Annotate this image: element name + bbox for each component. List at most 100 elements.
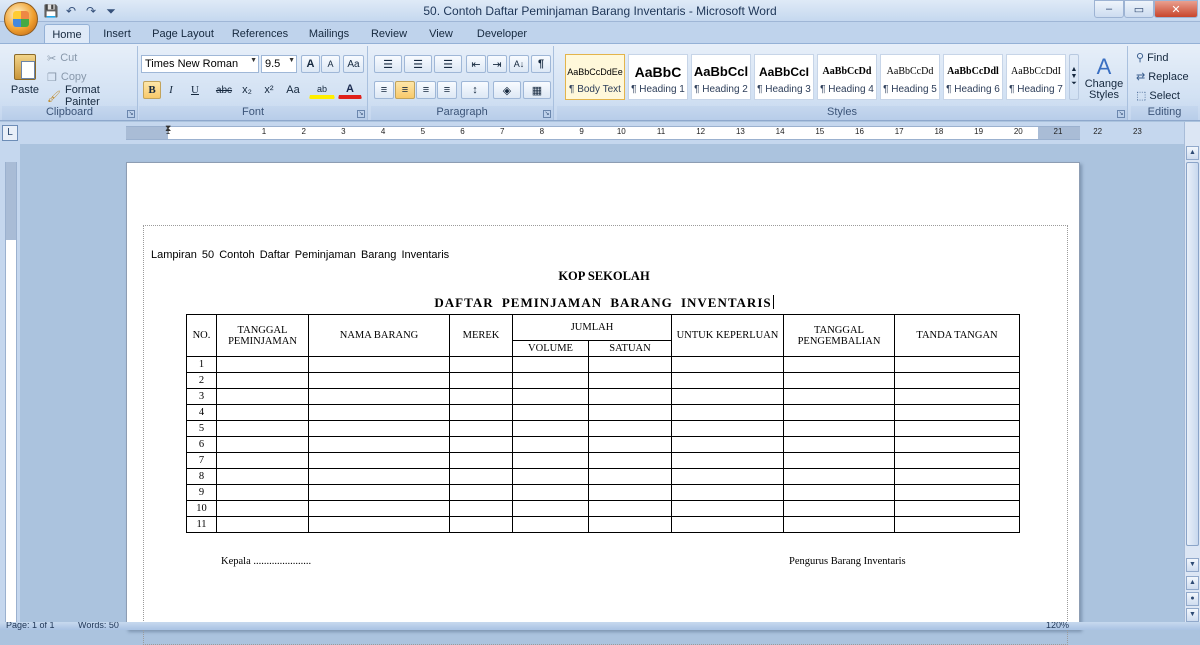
more-styles-icon[interactable]: ⏷	[1071, 80, 1077, 88]
shrink-font-button[interactable]: A	[321, 55, 340, 73]
table-cell[interactable]	[671, 484, 784, 501]
table-cell[interactable]	[308, 388, 450, 405]
style-heading-4[interactable]: AaBbCcDd ¶ Heading 4	[817, 54, 877, 100]
borders-button[interactable]: ▦	[523, 81, 551, 99]
table-cell[interactable]	[512, 436, 589, 453]
table-cell[interactable]	[783, 484, 895, 501]
table-cell[interactable]	[894, 404, 1020, 421]
vertical-ruler-bar[interactable]	[5, 162, 17, 630]
table-row[interactable]: 10	[186, 500, 1020, 517]
table-cell[interactable]	[449, 500, 513, 517]
dropdown-arrow-icon[interactable]: ▼	[288, 57, 295, 64]
vertical-scrollbar[interactable]: ▲ ▼ ▲ ● ▼	[1184, 122, 1200, 622]
bullets-button[interactable]: ☰	[374, 55, 402, 73]
table-cell[interactable]	[671, 404, 784, 421]
table-cell[interactable]	[783, 436, 895, 453]
table-row[interactable]: 11	[186, 516, 1020, 533]
style-body-text[interactable]: AaBbCcDdEe ¶ Body Text	[565, 54, 625, 100]
style-heading-5[interactable]: AaBbCcDd ¶ Heading 5	[880, 54, 940, 100]
increase-indent-button[interactable]: ⇥	[487, 55, 507, 73]
table-cell[interactable]	[588, 452, 672, 469]
row-number[interactable]: 11	[186, 516, 217, 533]
table-cell[interactable]	[894, 356, 1020, 373]
table-cell[interactable]	[588, 484, 672, 501]
row-number[interactable]: 6	[186, 436, 217, 453]
style-heading-3[interactable]: AaBbCcI ¶ Heading 3	[754, 54, 814, 100]
table-cell[interactable]	[449, 436, 513, 453]
row-number[interactable]: 10	[186, 500, 217, 517]
row-number[interactable]: 7	[186, 452, 217, 469]
clipboard-dialog-launcher[interactable]: ↘	[127, 110, 135, 118]
table-cell[interactable]	[894, 452, 1020, 469]
format-painter-button[interactable]: 🖌 Format Painter	[46, 84, 137, 108]
table-cell[interactable]	[512, 500, 589, 517]
sort-button[interactable]: A↓	[509, 55, 529, 73]
table-cell[interactable]	[671, 436, 784, 453]
table-cell[interactable]	[308, 516, 450, 533]
table-row[interactable]: 3	[186, 388, 1020, 405]
table-cell[interactable]	[308, 500, 450, 517]
table-row[interactable]: 7	[186, 452, 1020, 469]
table-cell[interactable]	[216, 436, 309, 453]
table-cell[interactable]	[783, 468, 895, 485]
italic-button[interactable]: I	[162, 81, 180, 99]
table-cell[interactable]	[308, 404, 450, 421]
table-cell[interactable]	[671, 372, 784, 389]
table-cell[interactable]	[308, 436, 450, 453]
page-count[interactable]: Page: 1 of 1	[6, 622, 55, 630]
table-cell[interactable]	[449, 420, 513, 437]
table-cell[interactable]	[512, 404, 589, 421]
grow-font-button[interactable]: A	[301, 55, 320, 73]
table-cell[interactable]	[671, 452, 784, 469]
underline-button[interactable]: U	[182, 81, 208, 99]
table-cell[interactable]	[894, 516, 1020, 533]
table-cell[interactable]	[308, 420, 450, 437]
table-cell[interactable]	[588, 468, 672, 485]
select-button[interactable]: ⬚ Select	[1135, 87, 1181, 104]
shading-button[interactable]: ◈	[493, 81, 521, 99]
tab-review[interactable]: Review	[366, 24, 412, 44]
table-cell[interactable]	[449, 372, 513, 389]
table-cell[interactable]	[894, 500, 1020, 517]
row-number[interactable]: 3	[186, 388, 217, 405]
row-number[interactable]: 4	[186, 404, 217, 421]
next-page-button[interactable]: ▼	[1186, 608, 1199, 622]
document-page[interactable]: Lampiran 50 Contoh Daftar Peminjaman Bar…	[126, 162, 1080, 645]
scroll-down-button[interactable]: ▼	[1186, 558, 1199, 572]
cut-button[interactable]: ✂ Cut	[46, 50, 78, 66]
table-cell[interactable]	[783, 404, 895, 421]
close-button[interactable]: ✕	[1154, 0, 1198, 18]
table-cell[interactable]	[308, 484, 450, 501]
table-cell[interactable]	[671, 388, 784, 405]
style-heading-7[interactable]: AaBbCcDdI ¶ Heading 7	[1006, 54, 1066, 100]
paste-button[interactable]: Paste	[6, 48, 44, 102]
indent-marker-icon[interactable]: ⧗	[165, 123, 171, 134]
dropdown-arrow-icon[interactable]: ▼	[250, 57, 257, 64]
font-size-box[interactable]: 9.5 ▼	[261, 55, 297, 73]
zoom-level[interactable]: 120%	[1046, 622, 1069, 630]
show-marks-button[interactable]: ¶	[531, 55, 551, 73]
strikethrough-button[interactable]: abc	[213, 81, 235, 99]
table-cell[interactable]	[894, 372, 1020, 389]
table-cell[interactable]	[308, 468, 450, 485]
paragraph-dialog-launcher[interactable]: ↘	[543, 110, 551, 118]
table-cell[interactable]	[216, 516, 309, 533]
minimize-button[interactable]: –	[1094, 0, 1124, 18]
table-cell[interactable]	[512, 420, 589, 437]
word-count[interactable]: Words: 50	[78, 622, 119, 630]
scroll-thumb[interactable]	[1186, 162, 1199, 546]
table-cell[interactable]	[588, 356, 672, 373]
table-cell[interactable]	[671, 500, 784, 517]
table-cell[interactable]	[512, 452, 589, 469]
table-cell[interactable]	[216, 484, 309, 501]
bold-button[interactable]: B	[143, 81, 161, 99]
row-number[interactable]: 8	[186, 468, 217, 485]
styles-scroll[interactable]: ▲ ▼ ⏷	[1069, 54, 1079, 100]
copy-button[interactable]: ❐ Copy	[46, 69, 88, 85]
row-number[interactable]: 9	[186, 484, 217, 501]
justify-button[interactable]: ≡	[437, 81, 457, 99]
table-cell[interactable]	[512, 372, 589, 389]
table-cell[interactable]	[894, 484, 1020, 501]
table-cell[interactable]	[588, 516, 672, 533]
table-cell[interactable]	[894, 436, 1020, 453]
